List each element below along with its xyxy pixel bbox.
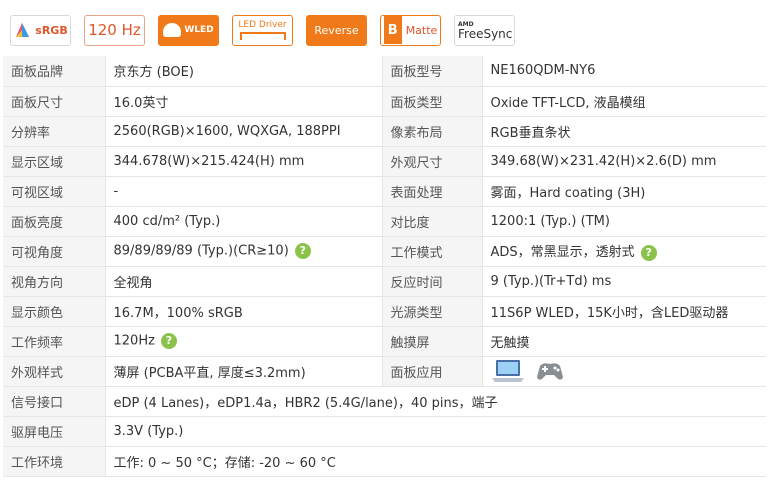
led-bulb-icon [163,23,182,37]
spec-value: Oxide TFT-LCD, 液晶模组 [482,86,766,117]
spec-table: 面板品牌 京东方 (BOE) 面板型号 NE160QDM-NY6 面板尺寸 16… [3,56,766,477]
spec-label: 反应时间 [382,266,483,297]
spec-label: 显示区域 [3,146,106,177]
spec-value: 344.678(W)×215.424(H) mm [105,146,383,177]
spec-value: 雾面，Hard coating (3H) [482,176,766,207]
spec-label: 面板应用 [382,356,483,387]
spec-value-with-help: 120Hz? [105,326,383,357]
wled-label: WLED [184,25,214,35]
help-icon[interactable]: ? [640,244,657,261]
table-row: 显示颜色 16.7M，100% sRGB 光源类型 11S6P WLED，15K… [3,296,766,327]
panel-size-link[interactable]: 16.0英寸 [105,86,383,117]
spec-value-with-help: ADS，常黑显示，透射式? [482,236,766,267]
spec-value: 无触摸 [482,326,766,357]
spec-label: 驱屏电压 [3,416,106,447]
spec-value: 11S6P WLED，15K小时，含LED驱动器 [482,296,766,327]
spec-label: 光源类型 [382,296,483,327]
spec-label: 外观尺寸 [382,146,483,177]
panel-application-icons [482,356,766,387]
spec-label: 对比度 [382,206,483,237]
spec-value: 349.68(W)×231.42(H)×2.6(D) mm [482,146,766,177]
table-row: 面板尺寸 16.0英寸 面板类型 Oxide TFT-LCD, 液晶模组 [3,86,766,117]
spec-label: 信号接口 [3,386,106,417]
spec-label: 分辨率 [3,116,106,147]
table-row: 信号接口 eDP (4 Lanes)，eDP1.4a，HBR2 (5.4G/la… [3,386,766,417]
refresh-rate-badge: 120 Hz [84,14,145,46]
spec-label: 显示颜色 [3,296,106,327]
spec-label: 像素布局 [382,116,483,147]
spec-label: 触摸屏 [382,326,483,357]
spec-value: 2560(RGB)×1600, WQXGA, 188PPI [105,116,383,147]
spec-value: - [105,176,383,207]
spec-value: 工作: 0 ~ 50 °C；存储: -20 ~ 60 °C [105,446,766,477]
spec-value: 89/89/89/89 (Typ.)(CR≥10) [113,243,289,259]
spec-value: 1200:1 (Typ.) (TM) [482,206,766,237]
spec-label: 可视区域 [3,176,106,207]
matte-icon: B [383,16,402,44]
spec-label: 外观样式 [3,356,106,387]
feature-badges: sRGB 120 Hz WLED LED Driver Reverse B Ma… [10,14,515,46]
spec-value: ADS，常黑显示，透射式 [490,245,635,261]
table-row: 外观样式 薄屏 (PCBA平直, 厚度≤3.2mm) 面板应用 [3,356,766,387]
spec-label: 视角方向 [3,266,106,297]
spec-label: 工作模式 [382,236,483,267]
spec-label: 面板品牌 [3,56,106,87]
spec-value: eDP (4 Lanes)，eDP1.4a，HBR2 (5.4G/lane)，4… [105,386,766,417]
help-icon[interactable]: ? [294,243,311,259]
spec-value: 薄屏 (PCBA平直, 厚度≤3.2mm) [105,356,383,387]
srgb-badge: sRGB [10,14,71,46]
table-row: 驱屏电压 3.3V (Typ.) [3,416,766,447]
reverse-label: Reverse [314,23,359,37]
table-row: 可视区域 - 表面处理 雾面，Hard coating (3H) [3,176,766,207]
spec-value: 全视角 [105,266,383,297]
help-icon[interactable]: ? [160,333,177,349]
spec-label: 表面处理 [382,176,483,207]
matte-badge: B Matte [380,14,441,46]
color-gamut-icon [16,23,30,37]
table-row: 工作环境 工作: 0 ~ 50 °C；存储: -20 ~ 60 °C [3,446,766,477]
spec-label: 工作频率 [3,326,106,357]
spec-value: 3.3V (Typ.) [105,416,766,447]
matte-label: Matte [405,23,438,37]
table-row: 显示区域 344.678(W)×215.424(H) mm 外观尺寸 349.6… [3,146,766,177]
panel-brand-link[interactable]: 京东方 (BOE) [105,56,383,87]
spec-label: 面板型号 [382,56,483,87]
gamepad-icon[interactable] [535,358,565,384]
srgb-label: sRGB [35,23,68,37]
spec-value: RGB垂直条状 [482,116,766,147]
laptop-icon[interactable] [491,358,525,384]
refresh-rate-label: 120 Hz [88,21,141,39]
spec-label: 面板亮度 [3,206,106,237]
spec-value-with-help: 89/89/89/89 (Typ.)(CR≥10)? [105,236,383,267]
spec-value: 9 (Typ.)(Tr+Td) ms [482,266,766,297]
table-row: 面板品牌 京东方 (BOE) 面板型号 NE160QDM-NY6 [3,56,766,87]
spec-label: 工作环境 [3,446,106,477]
circuit-icon [239,32,286,40]
spec-label: 可视角度 [3,236,106,267]
freesync-badge: AMD FreeSync [454,14,515,46]
table-row: 分辨率 2560(RGB)×1600, WQXGA, 188PPI 像素布局 R… [3,116,766,147]
table-row: 工作频率 120Hz? 触摸屏 无触摸 [3,326,766,357]
spec-value: 400 cd/m² (Typ.) [105,206,383,237]
led-driver-badge: LED Driver [232,14,293,46]
table-row: 视角方向 全视角 反应时间 9 (Typ.)(Tr+Td) ms [3,266,766,297]
spec-value: 120Hz [113,333,155,349]
led-driver-label: LED Driver [238,20,287,30]
spec-value: NE160QDM-NY6 [482,56,766,87]
spec-value: 16.7M，100% sRGB [105,296,383,327]
spec-label: 面板尺寸 [3,86,106,117]
wled-badge: WLED [158,14,219,46]
table-row: 面板亮度 400 cd/m² (Typ.) 对比度 1200:1 (Typ.) … [3,206,766,237]
freesync-label: FreeSync [458,26,513,41]
spec-label: 面板类型 [382,86,483,117]
table-row: 可视角度 89/89/89/89 (Typ.)(CR≥10)? 工作模式 ADS… [3,236,766,267]
reverse-badge: Reverse [306,14,367,46]
